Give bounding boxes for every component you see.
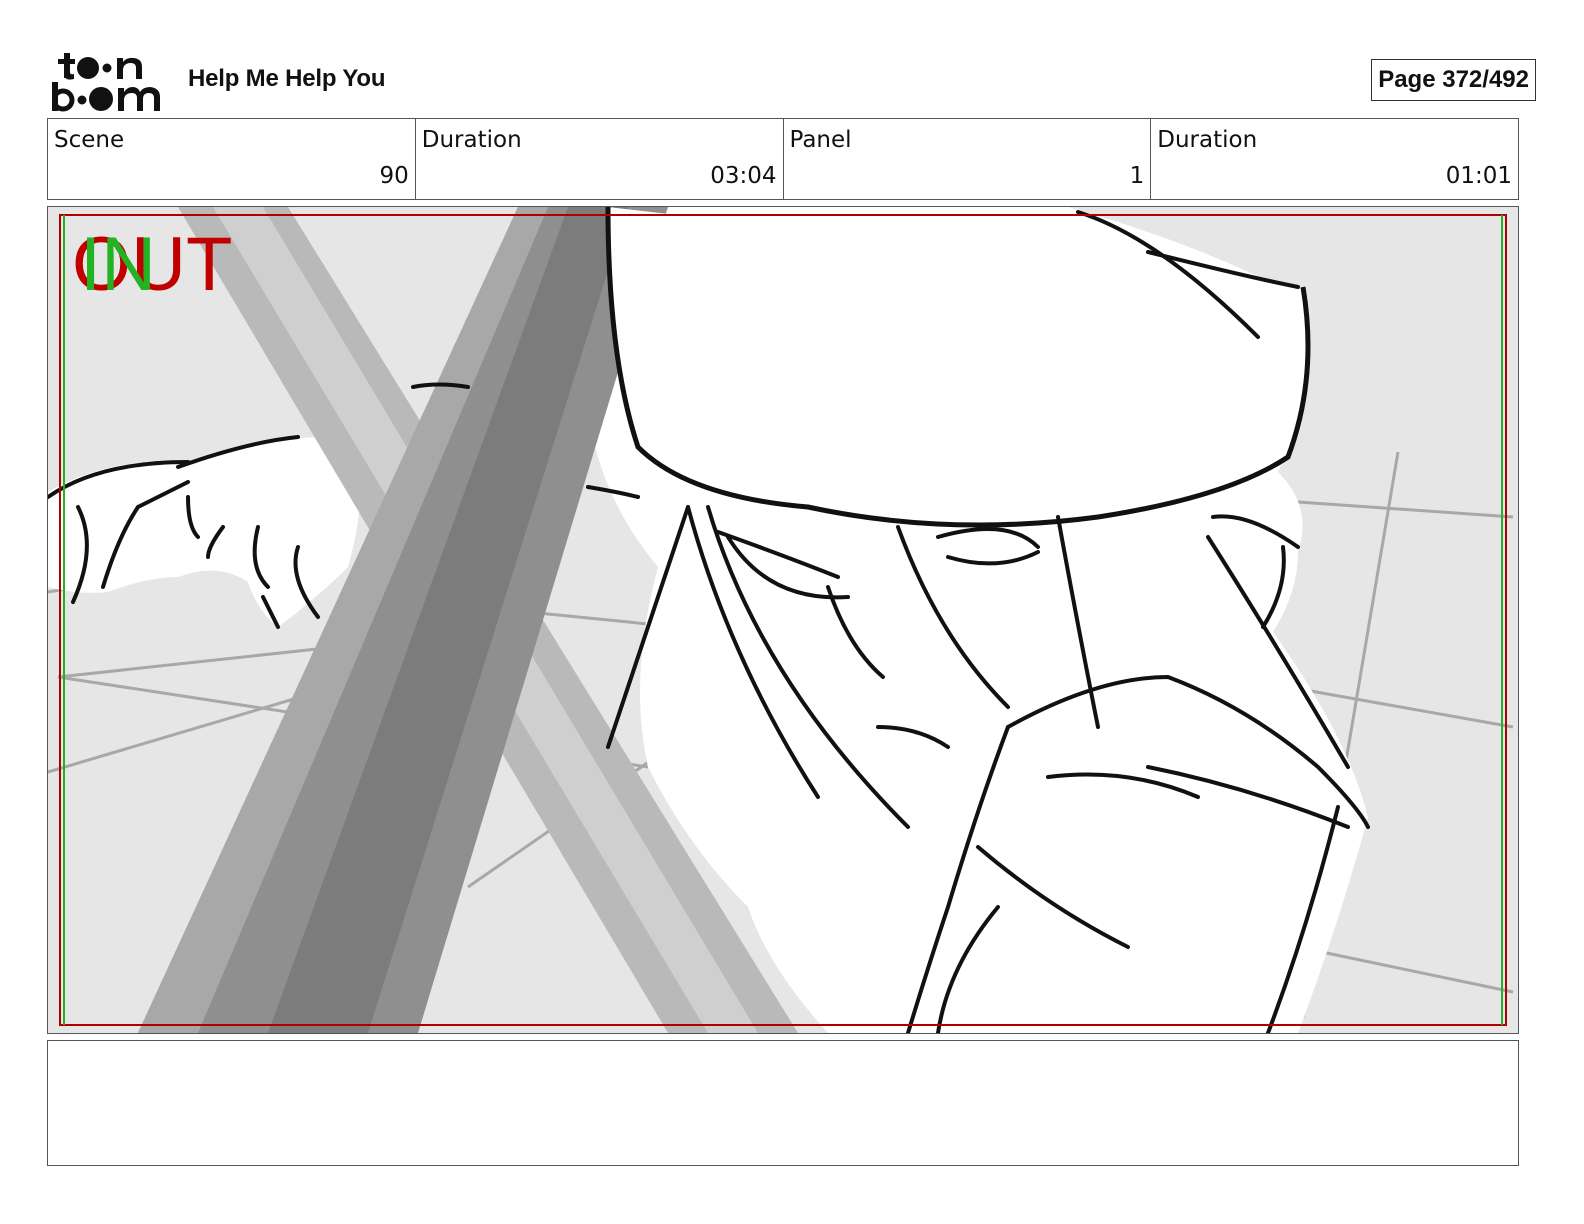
page-header: Help Me Help You Page 372/492 — [51, 50, 1536, 114]
storyboard-panel: OUT IN — [47, 206, 1519, 1034]
panel-cell: Panel 1 — [784, 119, 1152, 199]
scene-duration-cell: Duration 03:04 — [416, 119, 784, 199]
scene-duration-label: Duration — [421, 127, 522, 153]
page-number: Page 372/492 — [1371, 59, 1536, 101]
scene-value: 90 — [379, 163, 409, 189]
panel-duration-cell: Duration 01:01 — [1151, 119, 1518, 199]
scene-duration-value: 03:04 — [710, 163, 777, 189]
scene-cell: Scene 90 — [48, 119, 416, 199]
panel-duration-label: Duration — [1157, 127, 1258, 153]
panel-value: 1 — [1129, 163, 1145, 189]
toon-boom-logo — [51, 50, 167, 114]
project-title: Help Me Help You — [188, 65, 386, 92]
panel-duration-value: 01:01 — [1445, 163, 1512, 189]
panel-label: Panel — [789, 127, 852, 153]
scene-label: Scene — [54, 127, 125, 153]
caption-box — [47, 1040, 1519, 1166]
panel-sketch — [48, 207, 1518, 1033]
scene-info-table: Scene 90 Duration 03:04 Panel 1 Duration… — [47, 118, 1519, 200]
in-label: IN — [80, 222, 156, 307]
